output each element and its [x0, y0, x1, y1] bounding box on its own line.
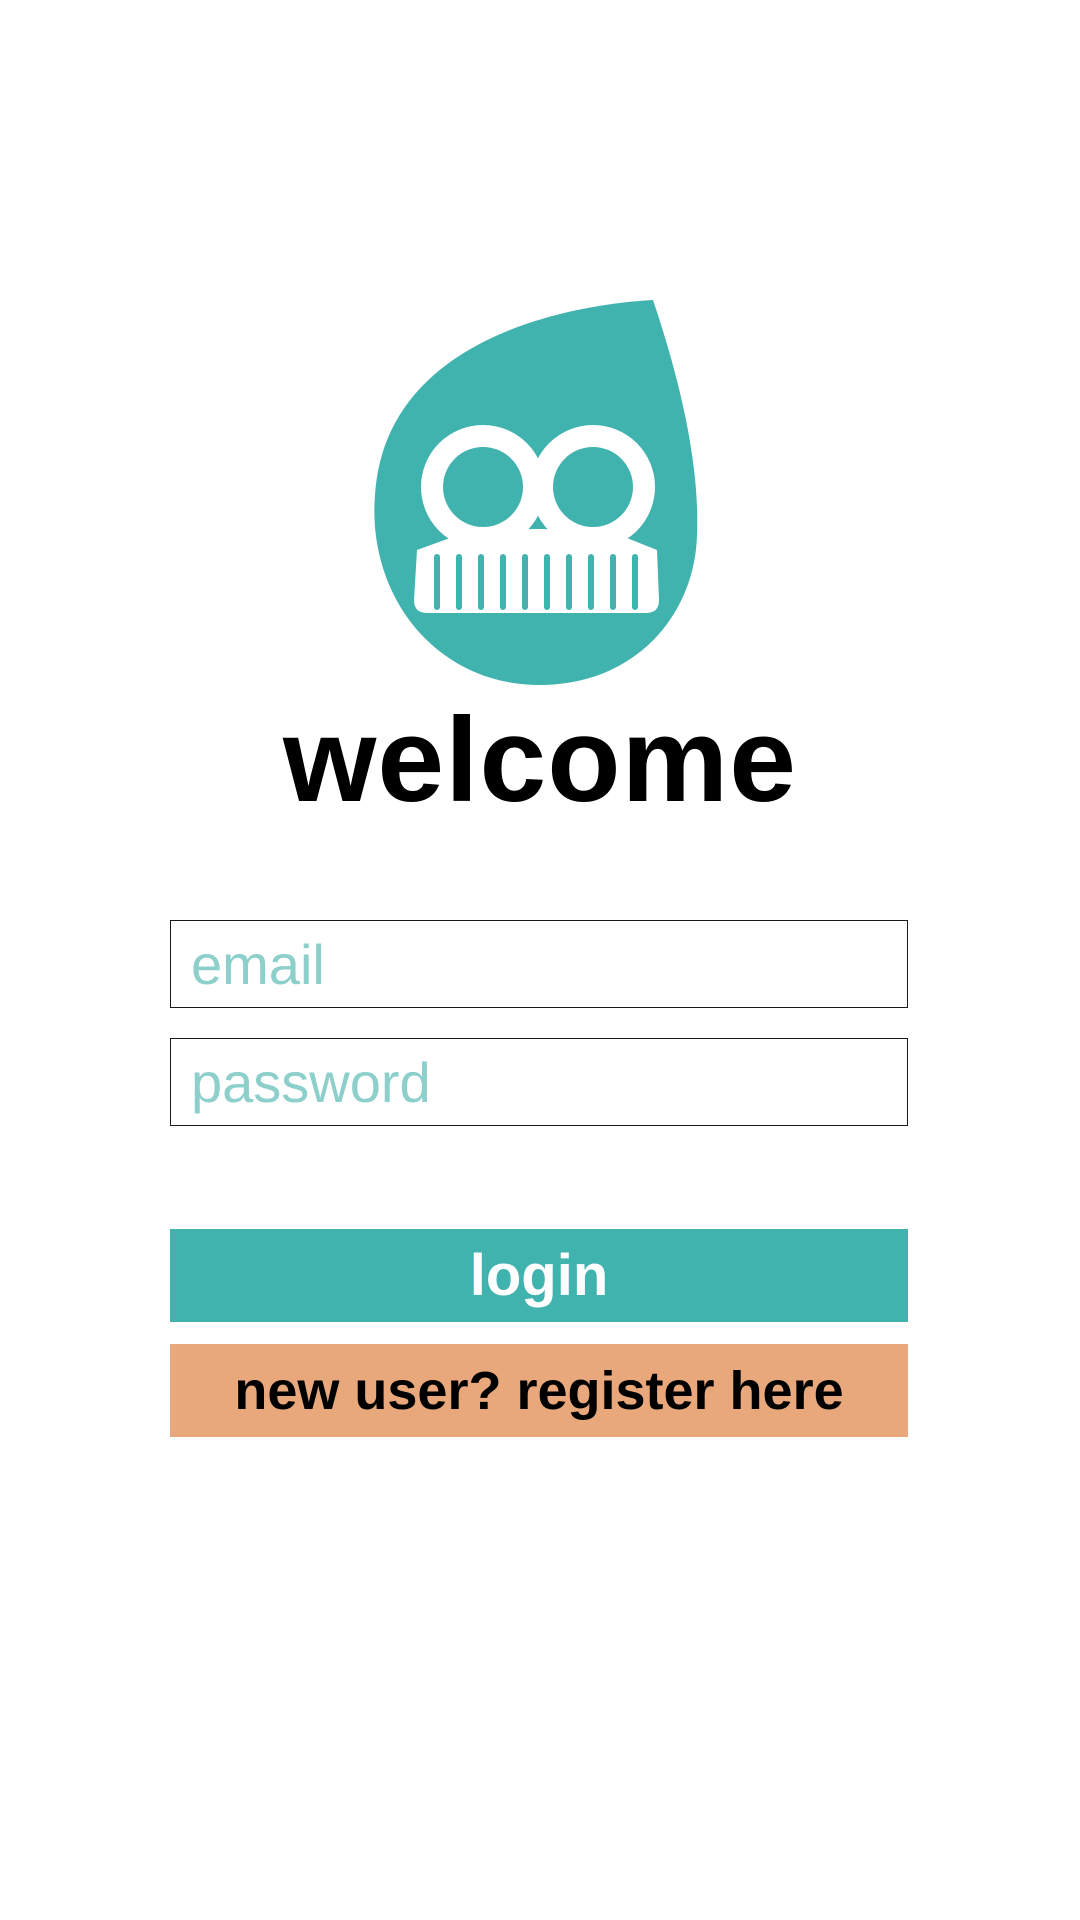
password-field-box[interactable]	[170, 1038, 908, 1126]
page-title: welcome	[283, 693, 797, 827]
register-button-label: new user? register here	[234, 1360, 844, 1421]
login-button[interactable]: login	[170, 1229, 908, 1322]
login-button-label: login	[469, 1243, 609, 1308]
app-logo	[365, 295, 715, 685]
register-button[interactable]: new user? register here	[170, 1344, 908, 1437]
password-field[interactable]	[171, 1039, 907, 1125]
leaf-comb-logo-icon	[374, 300, 698, 685]
email-field[interactable]	[171, 921, 907, 1007]
email-field-box[interactable]	[170, 920, 908, 1008]
